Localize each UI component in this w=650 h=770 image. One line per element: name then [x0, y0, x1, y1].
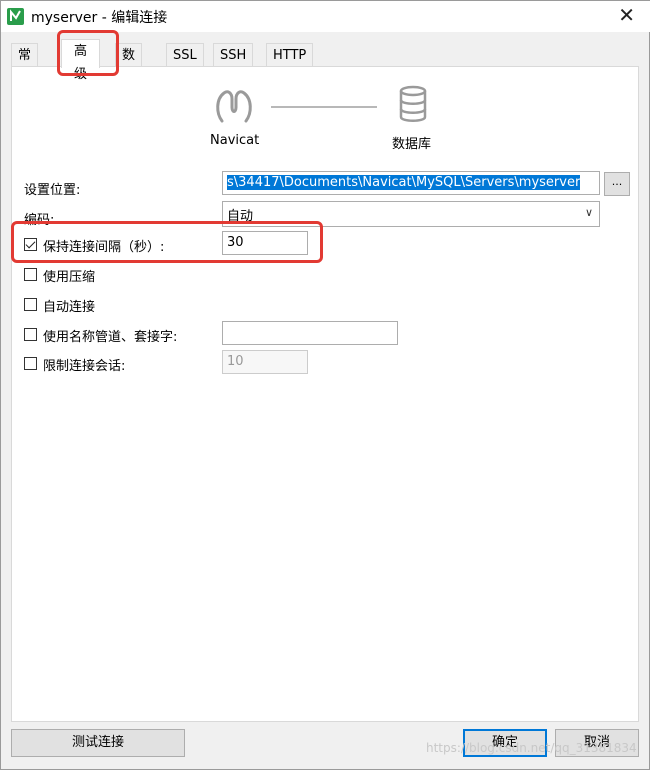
dialog-window: myserver - 编辑连接 ✕ 常规 高级 数据库 SSL SSH HTTP…: [0, 0, 650, 770]
encoding-value: 自动: [227, 209, 254, 224]
tab-ssh[interactable]: SSH: [213, 43, 254, 67]
compression-label: 使用压缩: [43, 270, 96, 285]
close-icon[interactable]: ✕: [618, 4, 635, 26]
settings-location-label: 设置位置:: [24, 183, 81, 198]
tab-database[interactable]: 数据库: [115, 43, 143, 109]
named-pipe-input[interactable]: [222, 321, 398, 345]
tab-advanced[interactable]: 高级: [61, 39, 101, 82]
window-title: myserver - 编辑连接: [31, 10, 168, 26]
tab-http[interactable]: HTTP: [266, 43, 314, 67]
encoding-select[interactable]: 自动 ∨: [222, 201, 600, 227]
auto-connect-checkbox[interactable]: [24, 298, 37, 311]
keepalive-input[interactable]: 30: [222, 231, 308, 255]
navicat-logo-icon: [216, 90, 252, 123]
advanced-panel: Navicat 数据库 设置位置: s\34417\Documents\Navi…: [11, 66, 639, 722]
encoding-label: 编码:: [24, 213, 55, 228]
named-pipe-checkbox[interactable]: [24, 328, 37, 341]
connection-diagram: Navicat 数据库: [202, 85, 462, 155]
chevron-down-icon: ∨: [584, 206, 593, 219]
diagram-label-database: 数据库: [392, 137, 432, 152]
settings-location-input[interactable]: s\34417\Documents\Navicat\MySQL\Servers\…: [222, 171, 600, 195]
session-limit-input[interactable]: 10: [222, 350, 308, 374]
diagram-label-navicat: Navicat: [210, 133, 260, 148]
title-bar: myserver - 编辑连接 ✕: [1, 1, 650, 32]
connection-line: [271, 106, 377, 108]
auto-connect-label: 自动连接: [43, 300, 96, 315]
session-limit-label: 限制连接会话:: [43, 359, 126, 374]
browse-button[interactable]: ...: [604, 172, 630, 196]
watermark-text: https://blog.csdn.net/qq_31381834: [426, 741, 637, 755]
compression-checkbox[interactable]: [24, 268, 37, 281]
navicat-app-icon: [7, 8, 24, 25]
tab-ssl[interactable]: SSL: [166, 43, 204, 67]
test-connection-button[interactable]: 测试连接: [11, 729, 185, 757]
database-icon: [399, 85, 427, 122]
keepalive-checkbox[interactable]: [24, 238, 37, 251]
session-limit-checkbox[interactable]: [24, 357, 37, 370]
keepalive-label: 保持连接间隔（秒）:: [43, 240, 165, 255]
settings-location-value: s\34417\Documents\Navicat\MySQL\Servers\…: [227, 175, 581, 190]
tab-general[interactable]: 常规: [11, 43, 39, 86]
named-pipe-label: 使用名称管道、套接字:: [43, 330, 178, 345]
